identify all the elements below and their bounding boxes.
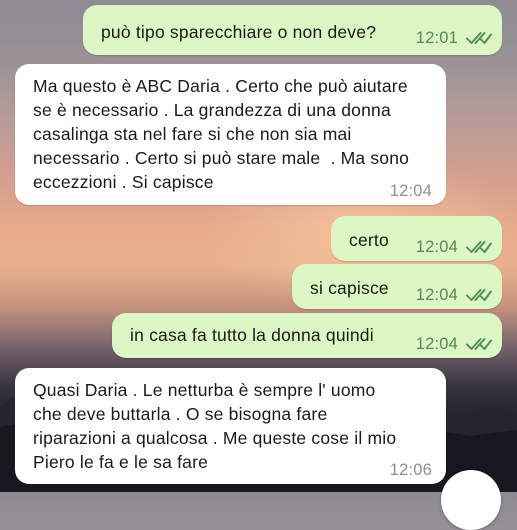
message-text-line: che deve buttarla . O se bisogna fare — [33, 404, 328, 424]
scroll-down-button[interactable] — [441, 470, 501, 530]
message-text-line: riparazioni a qualcosa . Me queste cose … — [33, 428, 397, 448]
message-bubble-outgoing[interactable]: può tipo sparecchiare o non deve? 12:01 — [83, 5, 502, 55]
message-time: 12:06 — [389, 461, 432, 479]
message-time: 12:04 — [415, 286, 458, 304]
message-text-line: eccezzioni . Si capisce — [33, 172, 214, 192]
double-check-icon — [466, 239, 492, 255]
message-text-line: se è necessario . La grandezza di una do… — [33, 100, 391, 120]
message-time: 12:04 — [415, 335, 458, 353]
double-check-icon — [466, 30, 492, 46]
message-bubble-incoming[interactable]: Quasi Daria . Le netturba è sempre l' uo… — [15, 368, 446, 484]
message-text-line: Piero le fa e le sa fare — [33, 452, 209, 472]
message-time: 12:01 — [415, 29, 458, 47]
message-text-line: Quasi Daria . Le netturba è sempre l' uo… — [33, 380, 376, 400]
message-bubble-incoming[interactable]: Ma questo è ABC Daria . Certo che può ai… — [15, 64, 446, 205]
message-text-line: casalinga sta nel fare si che non sia ma… — [33, 124, 352, 144]
message-bubble-outgoing[interactable]: si capisce 12:04 — [292, 264, 502, 309]
message-bubble-outgoing[interactable]: certo 12:04 — [331, 216, 502, 261]
chat-message-list[interactable]: può tipo sparecchiare o non deve? 12:01 … — [0, 0, 517, 530]
double-check-icon — [466, 287, 492, 303]
message-text-line: Ma questo è ABC Daria . Certo che può ai… — [33, 76, 408, 96]
message-text-line: necessario . Certo si può stare male . M… — [33, 148, 410, 168]
message-text: può tipo sparecchiare o non deve? — [101, 22, 377, 42]
message-text: si capisce — [310, 278, 389, 298]
double-check-icon — [466, 336, 492, 352]
message-text: in casa fa tutto la donna quindi — [130, 325, 374, 345]
message-time: 12:04 — [389, 182, 432, 200]
message-bubble-outgoing[interactable]: in casa fa tutto la donna quindi 12:04 — [112, 313, 502, 358]
message-time: 12:04 — [415, 238, 458, 256]
message-text: certo — [349, 230, 389, 250]
